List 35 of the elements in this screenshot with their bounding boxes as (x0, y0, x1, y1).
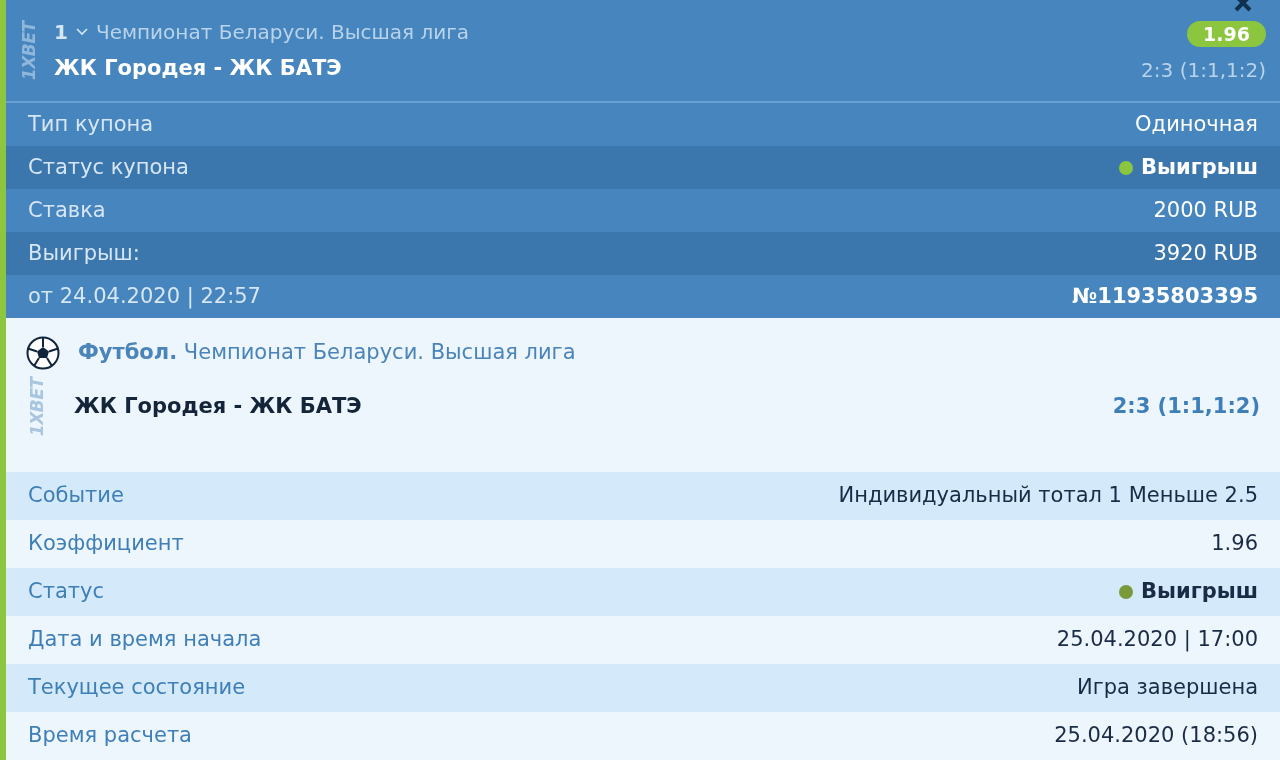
event-score: 2:3 (1:1,1:2) (1112, 393, 1260, 421)
row-label: Дата и время начала (28, 626, 262, 654)
row-label: Выигрыш: (28, 239, 140, 267)
row-value: Индивидуальный тотал 1 Меньше 2.5 (838, 482, 1258, 510)
logo-text: 1XBET (17, 21, 40, 80)
row-label: Статус (28, 578, 104, 606)
row-value: 3920 RUB (1153, 239, 1258, 267)
row-value: 2000 RUB (1153, 196, 1258, 224)
event-match: ЖК Городея - ЖК БАТЭ (74, 393, 363, 421)
soccer-ball-icon (26, 336, 60, 370)
row-value: №11935803395 (1072, 282, 1258, 310)
row-label: Текущее состояние (28, 674, 246, 702)
row-value: Игра завершена (1077, 674, 1258, 702)
chevron-down-icon[interactable] (75, 27, 88, 36)
row-value: 1.96 (1211, 530, 1258, 558)
row-label: Ставка (28, 196, 106, 224)
logo-text: 1XBET (25, 377, 48, 437)
row-label: Статус купона (28, 153, 189, 181)
league-name: Чемпионат Беларуси. Высшая лига (95, 18, 469, 46)
row-label: Событие (28, 482, 124, 510)
row-label: Коэффициент (28, 530, 184, 558)
close-icon[interactable] (1234, 0, 1252, 12)
score: 2:3 (1:1,1:2) (1141, 56, 1266, 84)
row-label: Тип купона (28, 110, 154, 138)
event-league: Футбол. Чемпионат Беларуси. Высшая лига (78, 339, 576, 367)
row-value: 25.04.2020 (18:56) (1054, 722, 1258, 750)
odds-badge: 1.96 (1187, 20, 1266, 47)
coupon-index: 1 (54, 18, 68, 46)
row-value: Выигрыш (1141, 153, 1258, 181)
match-title: ЖК Городея - ЖК БАТЭ (54, 54, 343, 82)
row-label: от 24.04.2020 | 22:57 (28, 282, 261, 311)
row-value: 25.04.2020 | 17:00 (1056, 626, 1258, 654)
row-value: Одиночная (1135, 110, 1258, 138)
row-label: Время расчета (28, 722, 192, 750)
row-value: Выигрыш (1141, 578, 1258, 606)
